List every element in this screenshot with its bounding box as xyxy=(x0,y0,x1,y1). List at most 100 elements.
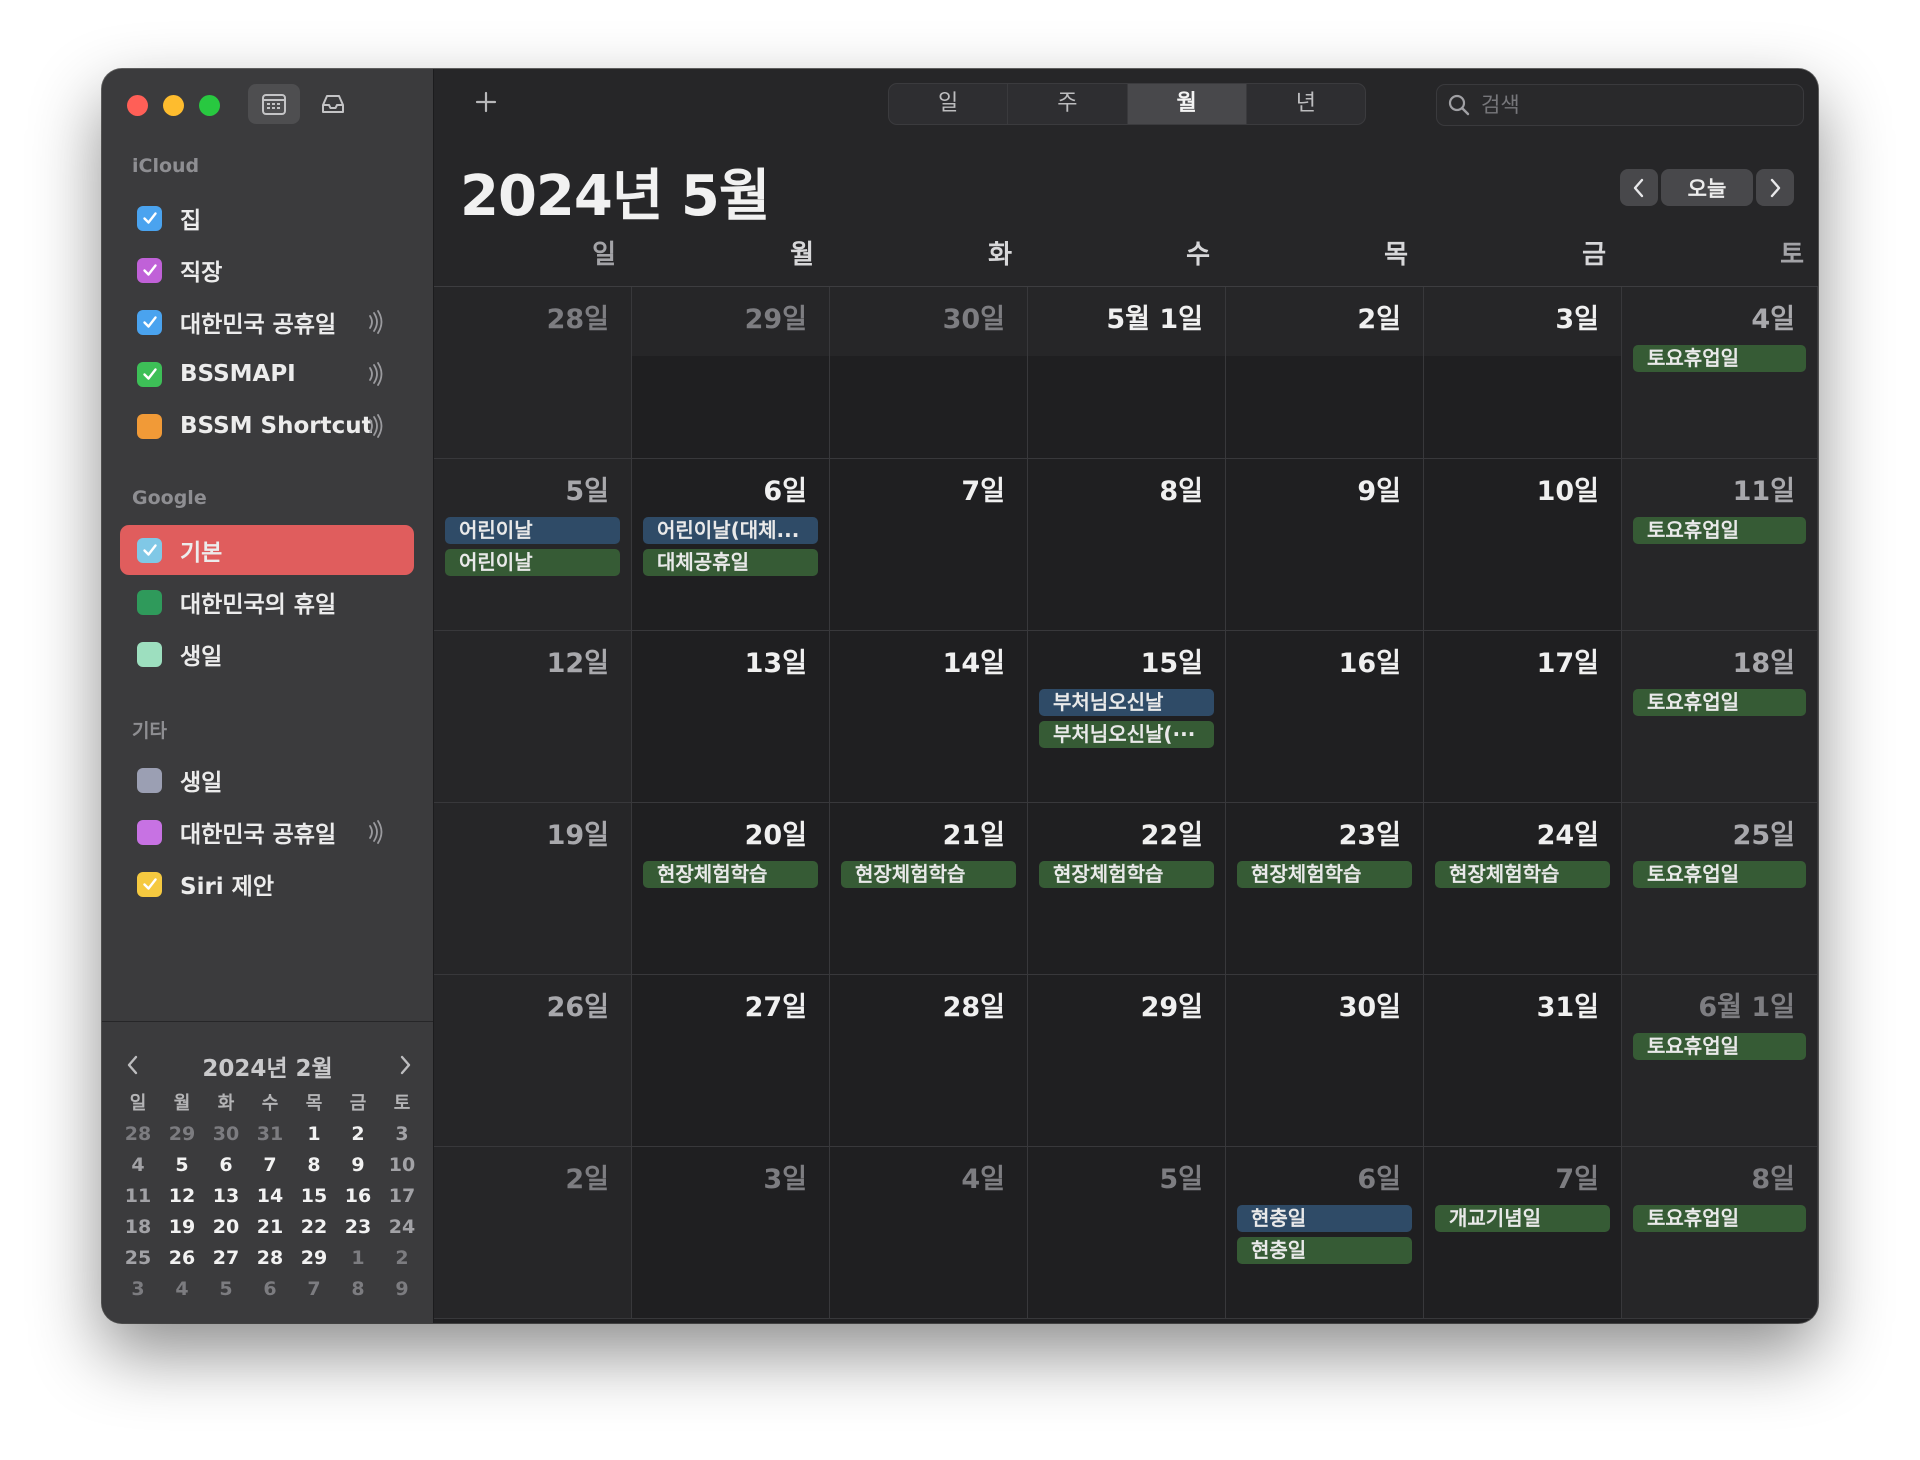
mini-calendar-day[interactable]: 14 xyxy=(248,1181,292,1212)
day-cell[interactable]: 30일 xyxy=(1226,975,1424,1147)
calendar-item[interactable]: BSSM Shortcut xyxy=(120,401,414,451)
mini-calendar-day[interactable]: 9 xyxy=(380,1274,424,1305)
event-item[interactable]: 어린이날 xyxy=(445,549,620,576)
day-cell[interactable]: 6월 1일 토요휴업일 xyxy=(1622,975,1818,1147)
calendar-checkbox[interactable] xyxy=(137,537,162,563)
event-item[interactable]: 토요휴업일 xyxy=(1633,1033,1806,1060)
event-item[interactable]: 개교기념일 xyxy=(1435,1205,1610,1232)
day-cell[interactable]: 23일 현장체험학습 xyxy=(1226,803,1424,975)
mini-calendar-day[interactable]: 8 xyxy=(292,1150,336,1181)
mini-calendar-day[interactable]: 17 xyxy=(380,1181,424,1212)
mini-calendar-day[interactable]: 29 xyxy=(160,1119,204,1150)
view-tab[interactable]: 일 xyxy=(889,84,1009,124)
event-item[interactable]: 어린이날(대체... xyxy=(643,517,818,544)
mini-calendar-day[interactable]: 8 xyxy=(336,1274,380,1305)
mini-calendar-day[interactable]: 31 xyxy=(248,1119,292,1150)
mini-calendar-day[interactable]: 7 xyxy=(248,1150,292,1181)
view-tab[interactable]: 년 xyxy=(1247,84,1365,124)
mini-calendar-next-icon[interactable] xyxy=(396,1053,414,1077)
event-item[interactable]: 어린이날 xyxy=(445,517,620,544)
search-field[interactable] xyxy=(1436,84,1804,126)
mini-calendar-day[interactable]: 9 xyxy=(336,1150,380,1181)
event-item[interactable]: 현충일 xyxy=(1237,1205,1412,1232)
add-event-icon[interactable] xyxy=(469,85,503,119)
day-cell[interactable]: 22일 현장체험학습 xyxy=(1028,803,1226,975)
calendar-item[interactable]: 직장 xyxy=(120,245,414,295)
day-cell[interactable]: 25일 토요휴업일 xyxy=(1622,803,1818,975)
mini-calendar-day[interactable]: 18 xyxy=(116,1212,160,1243)
mini-calendar-day[interactable]: 3 xyxy=(116,1274,160,1305)
day-cell[interactable]: 9일 xyxy=(1226,459,1424,631)
mini-calendar-day[interactable]: 19 xyxy=(160,1212,204,1243)
day-cell[interactable]: 8일 토요휴업일 xyxy=(1622,1147,1818,1319)
event-item[interactable]: 부처님오신날(··· xyxy=(1039,721,1214,748)
calendar-checkbox[interactable] xyxy=(137,257,162,283)
mini-calendar-day[interactable]: 20 xyxy=(204,1212,248,1243)
mini-calendar-day[interactable]: 25 xyxy=(116,1243,160,1274)
event-item[interactable]: 현장체험학습 xyxy=(643,861,818,888)
day-cell[interactable]: 28일 xyxy=(434,287,632,459)
event-item[interactable]: 현충일 xyxy=(1237,1237,1412,1264)
mini-calendar-day[interactable]: 23 xyxy=(336,1212,380,1243)
day-cell[interactable]: 26일 xyxy=(434,975,632,1147)
minimize-window-button[interactable] xyxy=(163,95,184,116)
event-item[interactable]: 토요휴업일 xyxy=(1633,517,1806,544)
calendar-checkbox[interactable] xyxy=(137,589,162,615)
search-input[interactable] xyxy=(1479,92,1783,118)
inbox-icon[interactable] xyxy=(307,84,359,124)
view-tab[interactable]: 주 xyxy=(1008,84,1128,124)
day-cell[interactable]: 29일 xyxy=(1028,975,1226,1147)
day-cell[interactable]: 18일 토요휴업일 xyxy=(1622,631,1818,803)
day-cell[interactable]: 30일 xyxy=(830,287,1028,459)
day-cell[interactable]: 17일 xyxy=(1424,631,1622,803)
day-cell[interactable]: 13일 xyxy=(632,631,830,803)
calendar-item[interactable]: 대한민국 공휴일 xyxy=(120,807,414,857)
close-window-button[interactable] xyxy=(127,95,148,116)
day-cell[interactable]: 24일 현장체험학습 xyxy=(1424,803,1622,975)
day-cell[interactable]: 5일 xyxy=(1028,1147,1226,1319)
mini-calendar-day[interactable]: 28 xyxy=(248,1243,292,1274)
calendar-item[interactable]: Siri 제안 xyxy=(120,859,414,909)
day-cell[interactable]: 8일 xyxy=(1028,459,1226,631)
day-cell[interactable]: 5일 어린이날 어린이날 xyxy=(434,459,632,631)
day-cell[interactable]: 4일 토요휴업일 xyxy=(1622,287,1818,459)
day-cell[interactable]: 14일 xyxy=(830,631,1028,803)
day-cell[interactable]: 5월 1일 xyxy=(1028,287,1226,459)
calendar-item[interactable]: 대한민국 공휴일 xyxy=(120,297,414,347)
day-cell[interactable]: 2일 xyxy=(1226,287,1424,459)
day-cell[interactable]: 7일 개교기념일 xyxy=(1424,1147,1622,1319)
event-item[interactable]: 부처님오신날 xyxy=(1039,689,1214,716)
today-button[interactable]: 오늘 xyxy=(1661,169,1753,206)
calendar-item[interactable]: 생일 xyxy=(120,755,414,805)
zoom-window-button[interactable] xyxy=(199,95,220,116)
day-cell[interactable]: 29일 xyxy=(632,287,830,459)
calendar-item[interactable]: 기본 xyxy=(120,525,414,575)
day-cell[interactable]: 27일 xyxy=(632,975,830,1147)
event-item[interactable]: 토요휴업일 xyxy=(1633,1205,1806,1232)
mini-calendar-day[interactable]: 22 xyxy=(292,1212,336,1243)
event-item[interactable]: 현장체험학습 xyxy=(1039,861,1214,888)
mini-calendar-day[interactable]: 21 xyxy=(248,1212,292,1243)
event-item[interactable]: 대체공휴일 xyxy=(643,549,818,576)
day-cell[interactable]: 3일 xyxy=(1424,287,1622,459)
event-item[interactable]: 현장체험학습 xyxy=(841,861,1016,888)
day-cell[interactable]: 16일 xyxy=(1226,631,1424,803)
day-cell[interactable]: 3일 xyxy=(632,1147,830,1319)
mini-calendar-day[interactable]: 28 xyxy=(116,1119,160,1150)
day-cell[interactable]: 6일 어린이날(대체... 대체공휴일 xyxy=(632,459,830,631)
mini-calendar-day[interactable]: 10 xyxy=(380,1150,424,1181)
calendar-checkbox[interactable] xyxy=(137,309,162,335)
day-cell[interactable]: 19일 xyxy=(434,803,632,975)
event-item[interactable]: 토요휴업일 xyxy=(1633,861,1806,888)
calendar-checkbox[interactable] xyxy=(137,819,162,845)
day-cell[interactable]: 7일 xyxy=(830,459,1028,631)
day-cell[interactable]: 11일 토요휴업일 xyxy=(1622,459,1818,631)
calendar-checkbox[interactable] xyxy=(137,361,162,387)
mini-calendar-day[interactable]: 3 xyxy=(380,1119,424,1150)
mini-calendar-day[interactable]: 16 xyxy=(336,1181,380,1212)
mini-calendar-day[interactable]: 15 xyxy=(292,1181,336,1212)
calendar-checkbox[interactable] xyxy=(137,413,162,439)
calendar-checkbox[interactable] xyxy=(137,205,162,231)
view-tab[interactable]: 월 xyxy=(1127,84,1247,124)
mini-calendar-day[interactable]: 26 xyxy=(160,1243,204,1274)
